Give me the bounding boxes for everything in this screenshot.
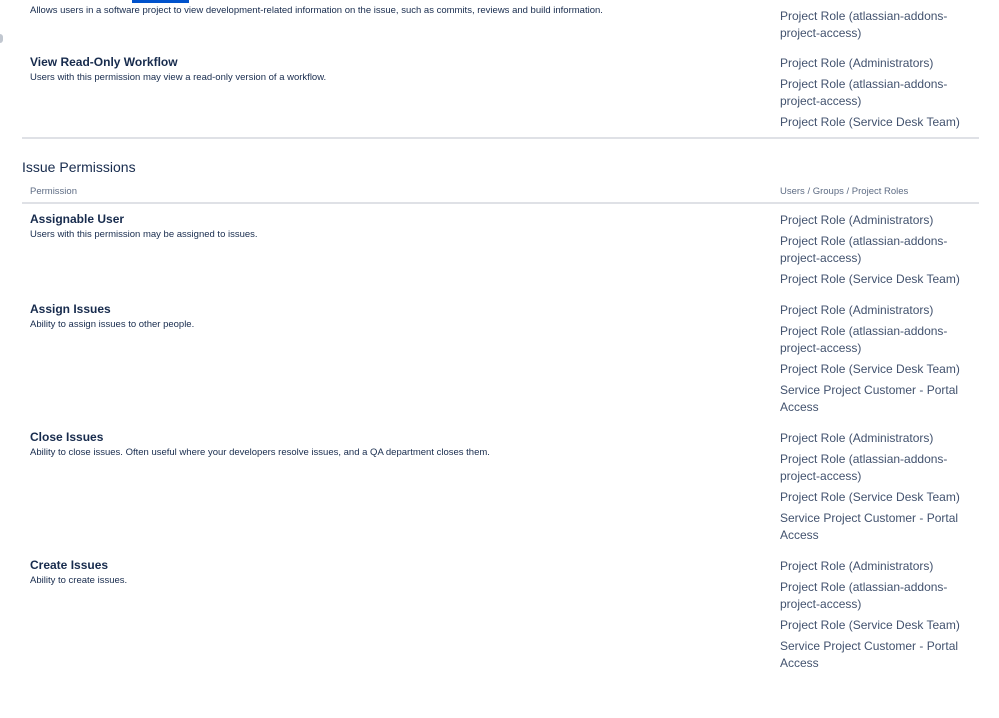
permission-holders: Project Role (Administrators) Project Ro… <box>780 212 970 292</box>
permission-holders: Project Role (atlassian-addons-project-a… <box>780 8 970 46</box>
column-header-permission: Permission <box>30 186 77 197</box>
role-item: Project Role (Service Desk Team) <box>780 490 960 504</box>
section-title-issue-permissions: Issue Permissions <box>22 159 136 175</box>
role-item: Project Role (Service Desk Team) <box>780 362 960 376</box>
role-item: Project Role (atlassian-addons-project-a… <box>780 9 948 40</box>
permission-name: Assign Issues <box>30 302 111 316</box>
permission-description: Ability to assign issues to other people… <box>30 319 195 330</box>
permission-description: Users with this permission may be assign… <box>30 229 258 240</box>
role-item: Project Role (Service Desk Team) <box>780 618 960 632</box>
role-item: Service Project Customer - Portal Access <box>780 639 959 670</box>
section-divider <box>22 137 979 139</box>
role-item: Project Role (Administrators) <box>780 213 934 227</box>
permission-row-view-read-only-workflow: View Read-Only Workflow Users with this … <box>30 55 978 135</box>
active-tab-indicator <box>132 0 189 3</box>
role-item: Project Role (Service Desk Team) <box>780 272 960 286</box>
role-item: Project Role (atlassian-addons-project-a… <box>780 77 948 108</box>
permission-holders: Project Role (Administrators) Project Ro… <box>780 302 970 420</box>
role-item: Project Role (atlassian-addons-project-a… <box>780 234 948 265</box>
role-item: Project Role (Administrators) <box>780 303 934 317</box>
permission-description: Ability to create issues. <box>30 575 128 586</box>
role-item: Project Role (Administrators) <box>780 559 934 573</box>
role-item: Service Project Customer - Portal Access <box>780 383 959 414</box>
role-item: Project Role (atlassian-addons-project-a… <box>780 324 948 355</box>
permission-row-close-issues: Close Issues Ability to close issues. Of… <box>30 430 978 550</box>
role-item: Service Project Customer - Portal Access <box>780 511 959 542</box>
permission-holders: Project Role (Administrators) Project Ro… <box>780 55 970 135</box>
permission-row-assignable-user: Assignable User Users with this permissi… <box>30 212 978 292</box>
permission-description: Allows users in a software project to vi… <box>30 5 603 16</box>
permission-holders: Project Role (Administrators) Project Ro… <box>780 430 970 548</box>
permission-holders: Project Role (Administrators) Project Ro… <box>780 558 970 676</box>
permission-name: View Read-Only Workflow <box>30 55 178 69</box>
permission-name: Close Issues <box>30 430 104 444</box>
role-item: Project Role (Administrators) <box>780 56 934 70</box>
permission-row-assign-issues: Assign Issues Ability to assign issues t… <box>30 302 978 422</box>
permission-name: Create Issues <box>30 558 109 572</box>
permission-row-create-issues: Create Issues Ability to create issues. … <box>30 558 978 678</box>
column-header-holders: Users / Groups / Project Roles <box>780 186 909 197</box>
permission-name: Assignable User <box>30 212 125 226</box>
role-item: Project Role (Administrators) <box>780 431 934 445</box>
role-item: Project Role (atlassian-addons-project-a… <box>780 452 948 483</box>
header-rule <box>22 202 979 204</box>
permission-description: Ability to close issues. Often useful wh… <box>30 447 490 458</box>
scroll-edge-handle <box>0 34 3 43</box>
role-item: Project Role (Service Desk Team) <box>780 115 960 129</box>
permission-description: Users with this permission may view a re… <box>30 72 327 83</box>
role-item: Project Role (atlassian-addons-project-a… <box>780 580 948 611</box>
permission-row-view-development-tools: Allows users in a software project to vi… <box>30 5 978 45</box>
